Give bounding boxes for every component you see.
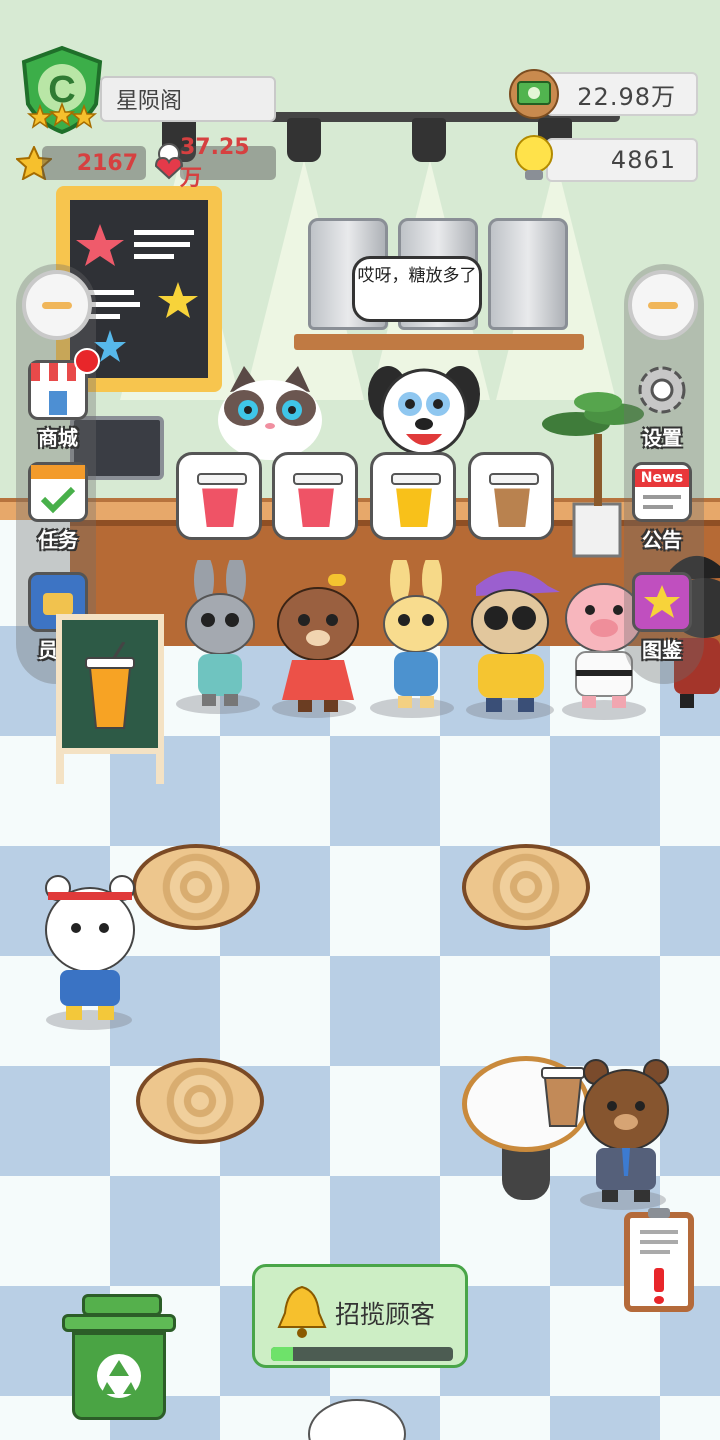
tasks-label: 任务 bbox=[38, 528, 78, 552]
spotlight-icon bbox=[412, 118, 446, 162]
bell-icon bbox=[277, 1285, 327, 1338]
tasks-button[interactable]: 任务 bbox=[18, 462, 98, 553]
table-stump[interactable] bbox=[132, 844, 260, 994]
customer-rabbit-gray[interactable] bbox=[180, 560, 260, 710]
recruit-label: 招揽顾客 bbox=[335, 1300, 436, 1329]
customer-pug[interactable] bbox=[462, 556, 562, 716]
drink-cup-icon bbox=[297, 479, 335, 527]
drink-cup-icon bbox=[493, 479, 531, 527]
cup-lid bbox=[197, 473, 247, 485]
sandwich-sign bbox=[56, 614, 164, 784]
shop-label: 商城 bbox=[38, 426, 78, 450]
customer-brown-bear[interactable] bbox=[580, 1056, 672, 1206]
collapse-left-button[interactable] bbox=[22, 270, 92, 340]
table-stump[interactable] bbox=[136, 1058, 264, 1208]
recruit-progress-bar bbox=[271, 1347, 453, 1361]
settings-button[interactable]: 设置 bbox=[622, 360, 702, 451]
cup-lid bbox=[293, 473, 343, 485]
staff-dalmatian bbox=[368, 366, 480, 456]
notification-dot bbox=[74, 348, 100, 374]
collection-button[interactable]: 图鉴 bbox=[622, 572, 702, 663]
customer-sheep-arriving bbox=[308, 1399, 406, 1440]
lightbulb-icon bbox=[515, 135, 553, 180]
table-stump[interactable] bbox=[462, 844, 590, 994]
hearts-count: 37.25万 bbox=[180, 135, 276, 191]
shop-name: 星陨阁 bbox=[100, 76, 276, 122]
news-icon-text: News bbox=[635, 469, 689, 487]
stars-count: 2167 bbox=[42, 146, 146, 180]
customer-polar-bear[interactable] bbox=[40, 874, 140, 1026]
gear-icon bbox=[638, 366, 686, 414]
rank-badge: C bbox=[21, 45, 103, 135]
shelf bbox=[294, 334, 584, 350]
staff-cat bbox=[218, 366, 322, 460]
customer-rabbit-yellow[interactable] bbox=[376, 560, 456, 712]
alert-icon bbox=[654, 1268, 664, 1292]
collection-label: 图鉴 bbox=[642, 638, 682, 662]
ideas-display: 4861 bbox=[546, 138, 698, 182]
calendar-check-icon bbox=[28, 462, 88, 522]
money-icon bbox=[509, 69, 559, 119]
cup-lid bbox=[391, 473, 441, 485]
trash-bin[interactable] bbox=[62, 1294, 176, 1420]
order-bubble bbox=[272, 452, 358, 540]
cup-lid bbox=[489, 473, 539, 485]
order-bubble bbox=[370, 452, 456, 540]
settings-label: 设置 bbox=[642, 426, 682, 450]
collapse-right-button[interactable] bbox=[628, 270, 698, 340]
sign-drink-icon bbox=[85, 642, 135, 729]
news-icon: News bbox=[632, 462, 692, 522]
drink-cup-icon bbox=[201, 479, 239, 527]
book-star-icon bbox=[632, 572, 692, 632]
order-bubble bbox=[176, 452, 262, 540]
recycle-icon bbox=[97, 1354, 141, 1398]
order-bubble bbox=[468, 452, 554, 540]
recruit-customers-button[interactable]: 招揽顾客 bbox=[252, 1264, 468, 1368]
spotlight-icon bbox=[287, 118, 321, 162]
customer-deer[interactable] bbox=[270, 566, 366, 714]
recruit-progress-fill bbox=[271, 1347, 293, 1361]
dispenser-tank bbox=[488, 218, 568, 330]
drink-cup-icon bbox=[395, 479, 433, 527]
order-clipboard-button[interactable] bbox=[624, 1208, 694, 1312]
announcement-label: 公告 bbox=[642, 528, 682, 552]
announcement-button[interactable]: News 公告 bbox=[622, 462, 702, 553]
speech-bubble: 哎呀，糖放多了 bbox=[352, 256, 482, 322]
money-display: 22.98万 bbox=[546, 72, 698, 116]
